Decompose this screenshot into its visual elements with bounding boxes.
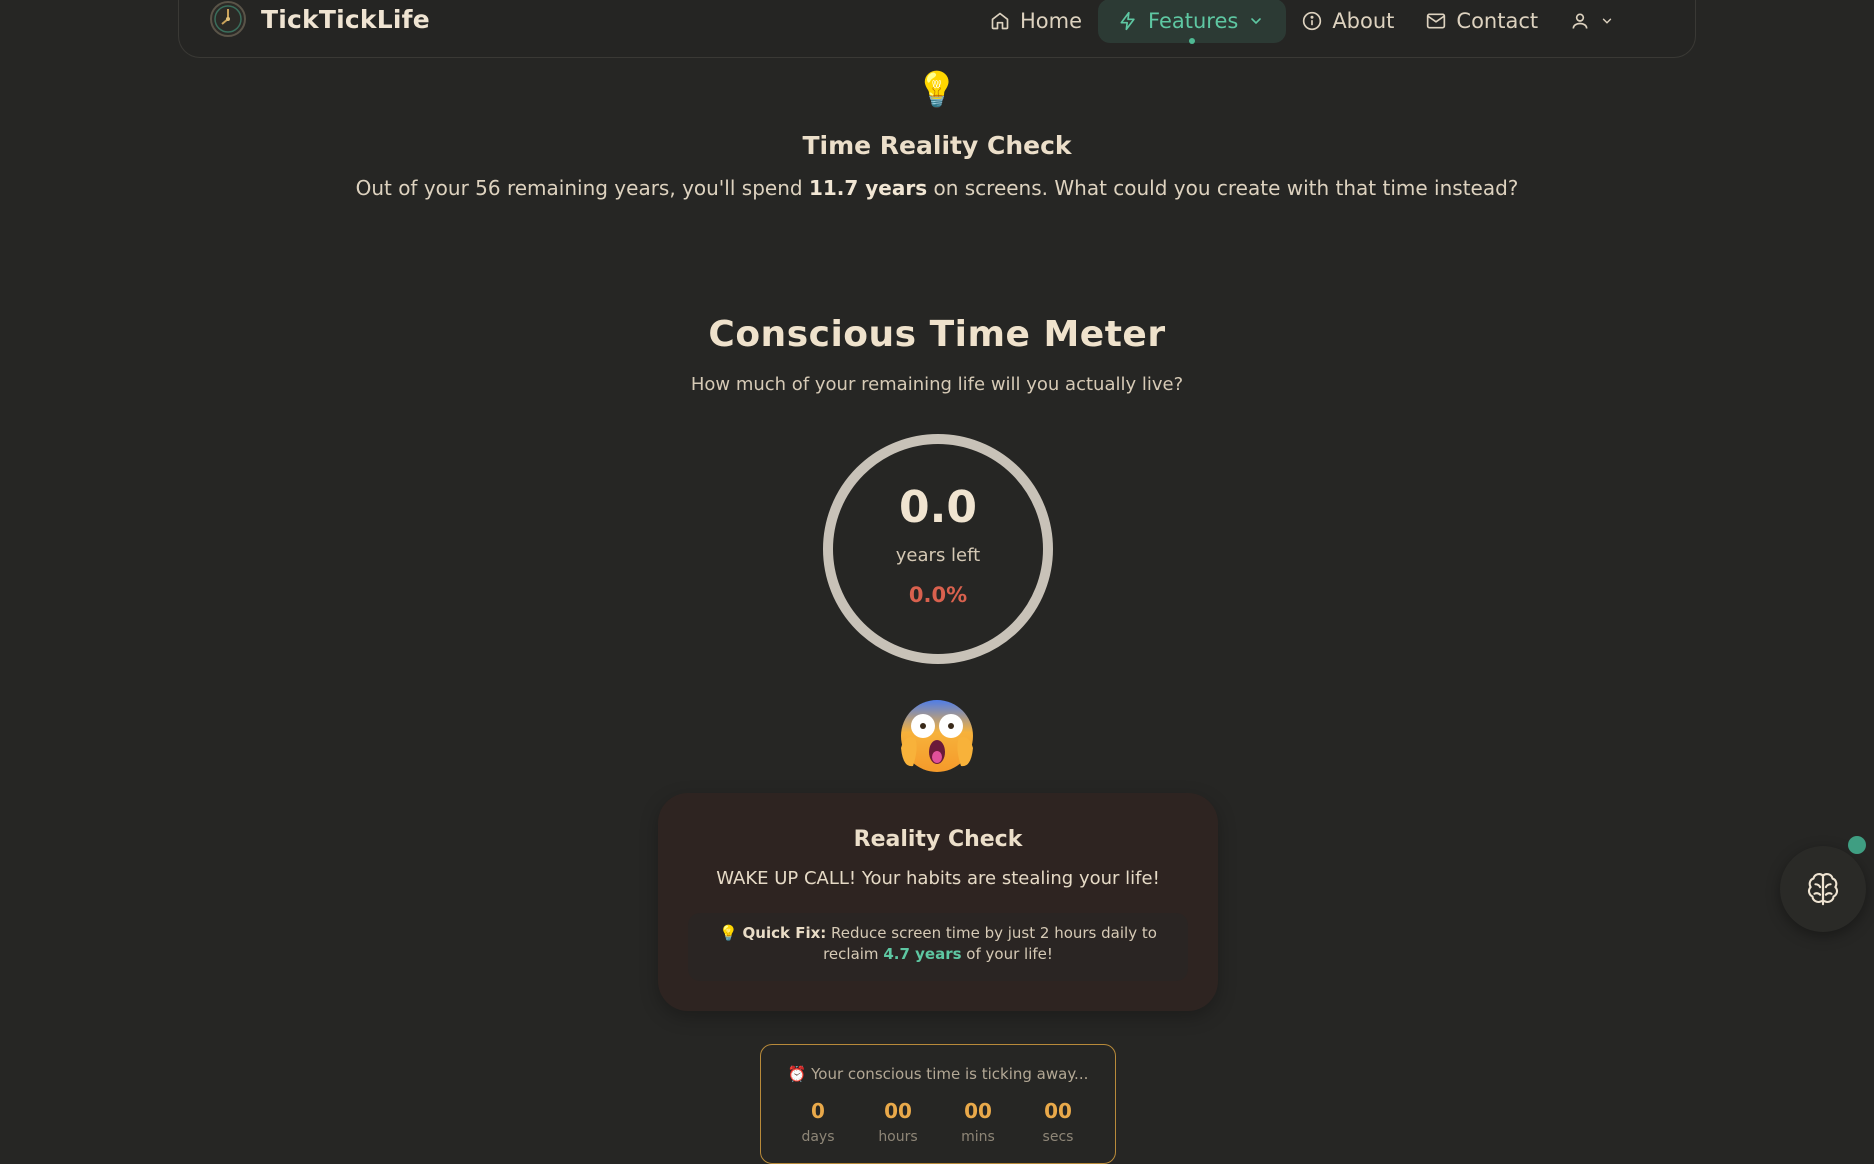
tip-highlight: 4.7 years xyxy=(883,945,962,963)
countdown-mins-value: 00 xyxy=(964,1099,992,1123)
countdown-secs-unit: secs xyxy=(1042,1129,1074,1145)
countdown-mins: 00 mins xyxy=(938,1099,1018,1145)
brain-icon xyxy=(1807,873,1839,906)
mail-icon xyxy=(1427,13,1446,29)
gauge-value: 0.0 xyxy=(899,482,977,533)
nav-links: Home Features About Contact xyxy=(974,0,1630,44)
nav-features[interactable]: Features xyxy=(1098,0,1287,44)
meter-title: Conscious Time Meter xyxy=(708,314,1166,355)
clock-icon xyxy=(210,1,246,37)
chevron-down-icon xyxy=(1251,18,1262,25)
screen-years: 11.7 years xyxy=(808,176,928,200)
status-dot xyxy=(1848,836,1866,854)
countdown-hours-unit: hours xyxy=(878,1129,918,1145)
gauge-percent: 0.0% xyxy=(908,583,968,607)
nav-features-label: Features xyxy=(1148,9,1239,33)
nav-home[interactable]: Home xyxy=(974,0,1098,43)
countdown-heading-text: Your conscious time is ticking away... xyxy=(811,1065,1089,1083)
brain-assistant-button[interactable] xyxy=(1780,846,1866,932)
reality-text-after: on screens. What could you create with t… xyxy=(927,176,1519,200)
quick-fix-tip: 💡 Quick Fix: Reduce screen time by just … xyxy=(688,913,1188,981)
countdown-secs-value: 00 xyxy=(1044,1099,1072,1123)
countdown-hours: 00 hours xyxy=(858,1099,938,1145)
countdown-row: 0 days 00 hours 00 mins 00 secs xyxy=(761,1099,1115,1145)
reality-title: Time Reality Check xyxy=(802,131,1072,160)
screaming-face-icon xyxy=(901,700,973,772)
reality-text-before: Out of your 56 remaining years, you'll s… xyxy=(355,176,809,200)
card-text: WAKE UP CALL! Your habits are stealing y… xyxy=(716,868,1160,889)
countdown-days-unit: days xyxy=(801,1129,835,1145)
home-icon xyxy=(991,12,1009,30)
brand[interactable]: TickTickLife xyxy=(209,0,430,38)
reality-text: Out of your 56 remaining years, you'll s… xyxy=(0,176,1874,200)
countdown-hours-value: 00 xyxy=(884,1099,912,1123)
card-title: Reality Check xyxy=(853,827,1023,852)
nav-about[interactable]: About xyxy=(1286,0,1410,43)
nav-contact[interactable]: Contact xyxy=(1410,0,1554,43)
lightbulb-icon: 💡 xyxy=(719,924,738,942)
user-menu-button[interactable] xyxy=(1554,0,1630,43)
lightbulb-icon: 💡 xyxy=(915,70,959,110)
nav-about-label: About xyxy=(1332,9,1395,33)
lightning-icon xyxy=(1120,11,1135,31)
countdown-heading: ⏰ Your conscious time is ticking away... xyxy=(761,1065,1115,1083)
countdown-secs: 00 secs xyxy=(1018,1099,1098,1145)
reality-check-card: Reality Check WAKE UP CALL! Your habits … xyxy=(658,793,1218,1011)
info-icon xyxy=(1303,11,1322,31)
countdown-box: ⏰ Your conscious time is ticking away...… xyxy=(760,1044,1116,1164)
active-indicator xyxy=(1189,38,1196,44)
user-icon xyxy=(1572,13,1588,29)
tip-tail: of your life! xyxy=(961,945,1053,963)
nav-contact-label: Contact xyxy=(1456,9,1539,33)
brand-name: TickTickLife xyxy=(261,4,430,34)
tip-label: Quick Fix: xyxy=(742,924,827,942)
gauge-label: years left xyxy=(895,545,981,566)
countdown-days-value: 0 xyxy=(811,1099,825,1123)
countdown-days: 0 days xyxy=(778,1099,858,1145)
nav-home-label: Home xyxy=(1020,9,1083,33)
countdown-mins-unit: mins xyxy=(961,1129,995,1145)
navbar: TickTickLife Home Features About Contact xyxy=(178,0,1696,58)
alarm-clock-icon: ⏰ xyxy=(787,1065,807,1083)
meter-subtitle: How much of your remaining life will you… xyxy=(690,374,1184,395)
chevron-down-icon xyxy=(1602,18,1612,24)
